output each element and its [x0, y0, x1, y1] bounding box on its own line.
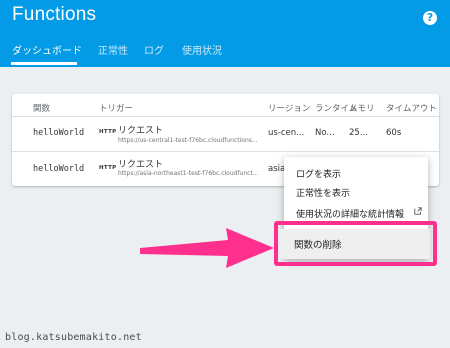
http-badge: HTTP	[99, 165, 117, 171]
annotation-arrow-icon	[140, 228, 274, 268]
trigger-type: リクエスト	[118, 160, 164, 170]
row-divider	[12, 151, 439, 152]
trigger-type: リクエスト	[118, 126, 164, 136]
watermark: blog.katsubemakito.net	[5, 332, 142, 343]
memory-cell: 25...	[349, 128, 368, 138]
page-title: Functions	[12, 4, 97, 25]
column-header-region: リージョン	[268, 104, 311, 114]
runtime-cell: No...	[315, 128, 335, 138]
timeout-cell: 60s	[386, 128, 402, 138]
open-in-new-icon	[414, 207, 422, 215]
function-name: helloWorld	[33, 164, 85, 174]
help-icon[interactable]: ?	[423, 11, 437, 25]
tab-health[interactable]: 正常性	[98, 42, 128, 57]
app-bar: Functions ? ダッシュボード 正常性 ログ 使用状況	[0, 0, 450, 67]
column-header-memory: メモリ	[349, 104, 375, 114]
http-badge: HTTP	[99, 129, 117, 135]
column-header-trigger: トリガー	[99, 104, 134, 114]
region-cell: asia	[268, 164, 286, 174]
menu-item-view-logs[interactable]: ログを表示	[296, 167, 341, 180]
trigger-url[interactable]: https://us-central1-test-f76bc.cloudfunc…	[118, 137, 270, 144]
highlight-box	[274, 221, 437, 266]
region-cell: us-cen...	[268, 128, 305, 138]
function-name: helloWorld	[33, 128, 85, 138]
trigger-url[interactable]: https://asia-northeast1-test-f76bc.cloud…	[118, 170, 270, 177]
tab-dashboard[interactable]: ダッシュボード	[12, 42, 82, 57]
tab-usage[interactable]: 使用状況	[182, 42, 222, 57]
menu-item-view-health[interactable]: 正常性を表示	[296, 186, 350, 199]
header-divider	[12, 116, 439, 117]
tab-logs[interactable]: ログ	[144, 42, 164, 57]
menu-item-usage-stats[interactable]: 使用状況の詳細な統計情報	[296, 207, 404, 220]
column-header-timeout: タイムアウト	[386, 104, 437, 114]
active-tab-indicator	[11, 62, 77, 65]
column-header-function: 関数	[33, 104, 51, 114]
